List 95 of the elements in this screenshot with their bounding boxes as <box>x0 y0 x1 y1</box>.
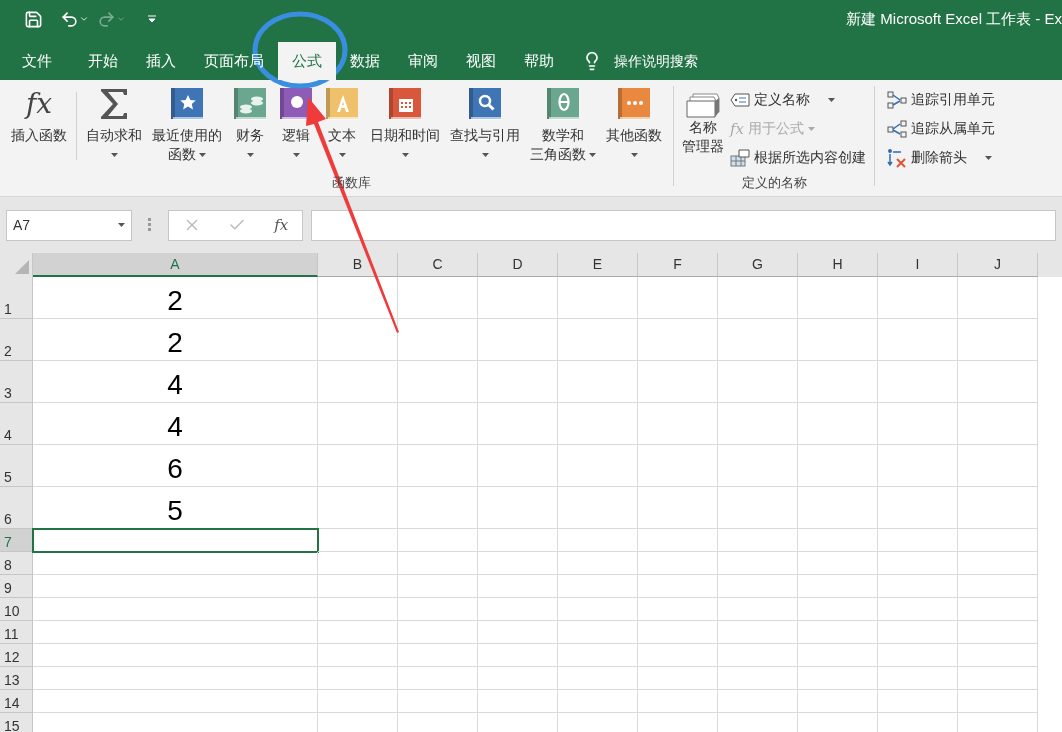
table-cell: 4 <box>33 361 318 403</box>
column-header[interactable]: D <box>478 253 558 277</box>
table-cell: 6 <box>33 445 318 487</box>
search-field[interactable]: 操作说明搜索 <box>614 50 698 72</box>
ribbon-tab[interactable]: 插入 <box>132 42 190 80</box>
undo-icon[interactable] <box>60 9 79 29</box>
group-label: 定义的名称 <box>741 173 807 192</box>
row-header[interactable]: 10 <box>0 598 33 621</box>
ribbon-tab[interactable]: 文件 <box>8 42 66 80</box>
caret-icon <box>630 152 638 157</box>
ribbon-button[interactable]: 数学和 三角函数 <box>527 80 599 164</box>
save-icon[interactable] <box>24 9 43 29</box>
ribbon-tab[interactable]: 开始 <box>74 42 132 80</box>
grip-icon <box>148 218 152 232</box>
column-header[interactable]: A <box>33 253 318 277</box>
ribbon-tab[interactable]: 审阅 <box>394 42 452 80</box>
ribbon-button[interactable]: 日期和时间 <box>367 80 443 164</box>
function-symbol: fx <box>730 119 744 138</box>
column-header[interactable]: C <box>398 253 478 277</box>
table-cell: 2 <box>33 319 318 361</box>
calendar-book-icon <box>387 86 423 122</box>
ribbon-tab[interactable]: 数据 <box>336 42 394 80</box>
ribbon-button[interactable]: 自动求和 <box>83 80 145 164</box>
caret-icon <box>199 152 206 157</box>
row-header[interactable]: 9 <box>0 575 33 598</box>
column-header[interactable]: I <box>878 253 958 277</box>
trace-arrows-icon <box>887 119 907 138</box>
ribbon-button[interactable]: 名称 管理器 <box>682 80 724 156</box>
column-header[interactable]: G <box>718 253 798 277</box>
row-header[interactable]: 13 <box>0 667 33 690</box>
ribbon-button[interactable]: 财务 <box>229 80 271 164</box>
select-all-icon[interactable] <box>15 260 29 274</box>
ribbon-menu-button[interactable]: 根据所选内容创建 <box>730 144 866 171</box>
row-header[interactable]: 12 <box>0 644 33 667</box>
caret-icon <box>118 223 125 227</box>
row-header[interactable]: 1 <box>0 277 33 319</box>
row-header[interactable]: 14 <box>0 690 33 713</box>
table-cell: 2 <box>33 277 318 319</box>
formula-bar[interactable] <box>311 209 1056 241</box>
caret-icon <box>985 156 992 161</box>
function-symbol: fx <box>25 86 53 122</box>
row-header[interactable]: 2 <box>0 319 33 361</box>
ribbon-button[interactable]: 查找与引用 <box>447 80 523 164</box>
window-title: 新建 Microsoft Excel 工作表 - Ex <box>846 8 1062 29</box>
ribbon-menu-button[interactable]: 追踪从属单元 <box>887 115 995 142</box>
ribbon-tab[interactable]: 公式 <box>278 42 336 80</box>
tags-icon <box>685 92 721 118</box>
caret-icon <box>338 152 346 157</box>
ribbon-button[interactable]: 文本 <box>321 80 363 164</box>
caret-icon <box>808 127 815 132</box>
caret-icon <box>828 98 835 103</box>
ribbon-button[interactable]: fx 插入函数 <box>8 80 70 145</box>
tag-icon <box>730 92 750 107</box>
row-header[interactable]: 3 <box>0 361 33 403</box>
table-cell: 5 <box>33 487 318 529</box>
table-cell: 4 <box>33 403 318 445</box>
name-box[interactable]: A7 <box>6 209 132 241</box>
coins-book-icon <box>232 86 268 122</box>
row-header[interactable]: 5 <box>0 445 33 487</box>
theta-book-icon <box>545 86 581 122</box>
sigma-icon <box>99 86 129 122</box>
dots-book-icon <box>616 86 652 122</box>
insert-function-button[interactable]: fx <box>274 215 289 235</box>
magnifier-book-icon <box>467 86 503 122</box>
star-book-icon <box>169 86 205 122</box>
row-header[interactable]: 6 <box>0 487 33 529</box>
row-header[interactable]: 4 <box>0 403 33 445</box>
row-header[interactable]: 8 <box>0 552 33 575</box>
ribbon-button[interactable]: 最近使用的 函数 <box>149 80 225 164</box>
column-header[interactable]: J <box>958 253 1038 277</box>
caret-icon <box>246 152 254 157</box>
ribbon-tab[interactable]: 视图 <box>452 42 510 80</box>
remove-arrows-icon <box>887 147 907 168</box>
trace-arrows-icon <box>887 90 907 109</box>
caret-icon <box>292 152 300 157</box>
column-header[interactable]: E <box>558 253 638 277</box>
caret-icon <box>589 152 596 157</box>
ribbon-menu-button[interactable]: 删除箭头 <box>887 144 995 171</box>
letter-book-icon <box>324 86 360 122</box>
name-box-value: A7 <box>13 215 31 235</box>
caret-icon <box>401 152 409 157</box>
row-header[interactable]: 7 <box>0 529 33 552</box>
ribbon-menu-button[interactable]: 定义名称 <box>730 86 866 113</box>
caret-icon[interactable] <box>79 14 89 24</box>
caret-icon <box>481 152 489 157</box>
column-header[interactable]: H <box>798 253 878 277</box>
ribbon-menu-button[interactable]: 追踪引用单元 <box>887 86 995 113</box>
table-tag-icon <box>730 148 750 167</box>
caret-icon <box>110 152 118 157</box>
ribbon-tab[interactable]: 帮助 <box>510 42 568 80</box>
customize-icon[interactable] <box>148 15 156 23</box>
row-header[interactable]: 15 <box>0 713 33 732</box>
row-header[interactable]: 11 <box>0 621 33 644</box>
column-header[interactable]: F <box>638 253 718 277</box>
ribbon-button[interactable]: 其他函数 <box>603 80 665 164</box>
